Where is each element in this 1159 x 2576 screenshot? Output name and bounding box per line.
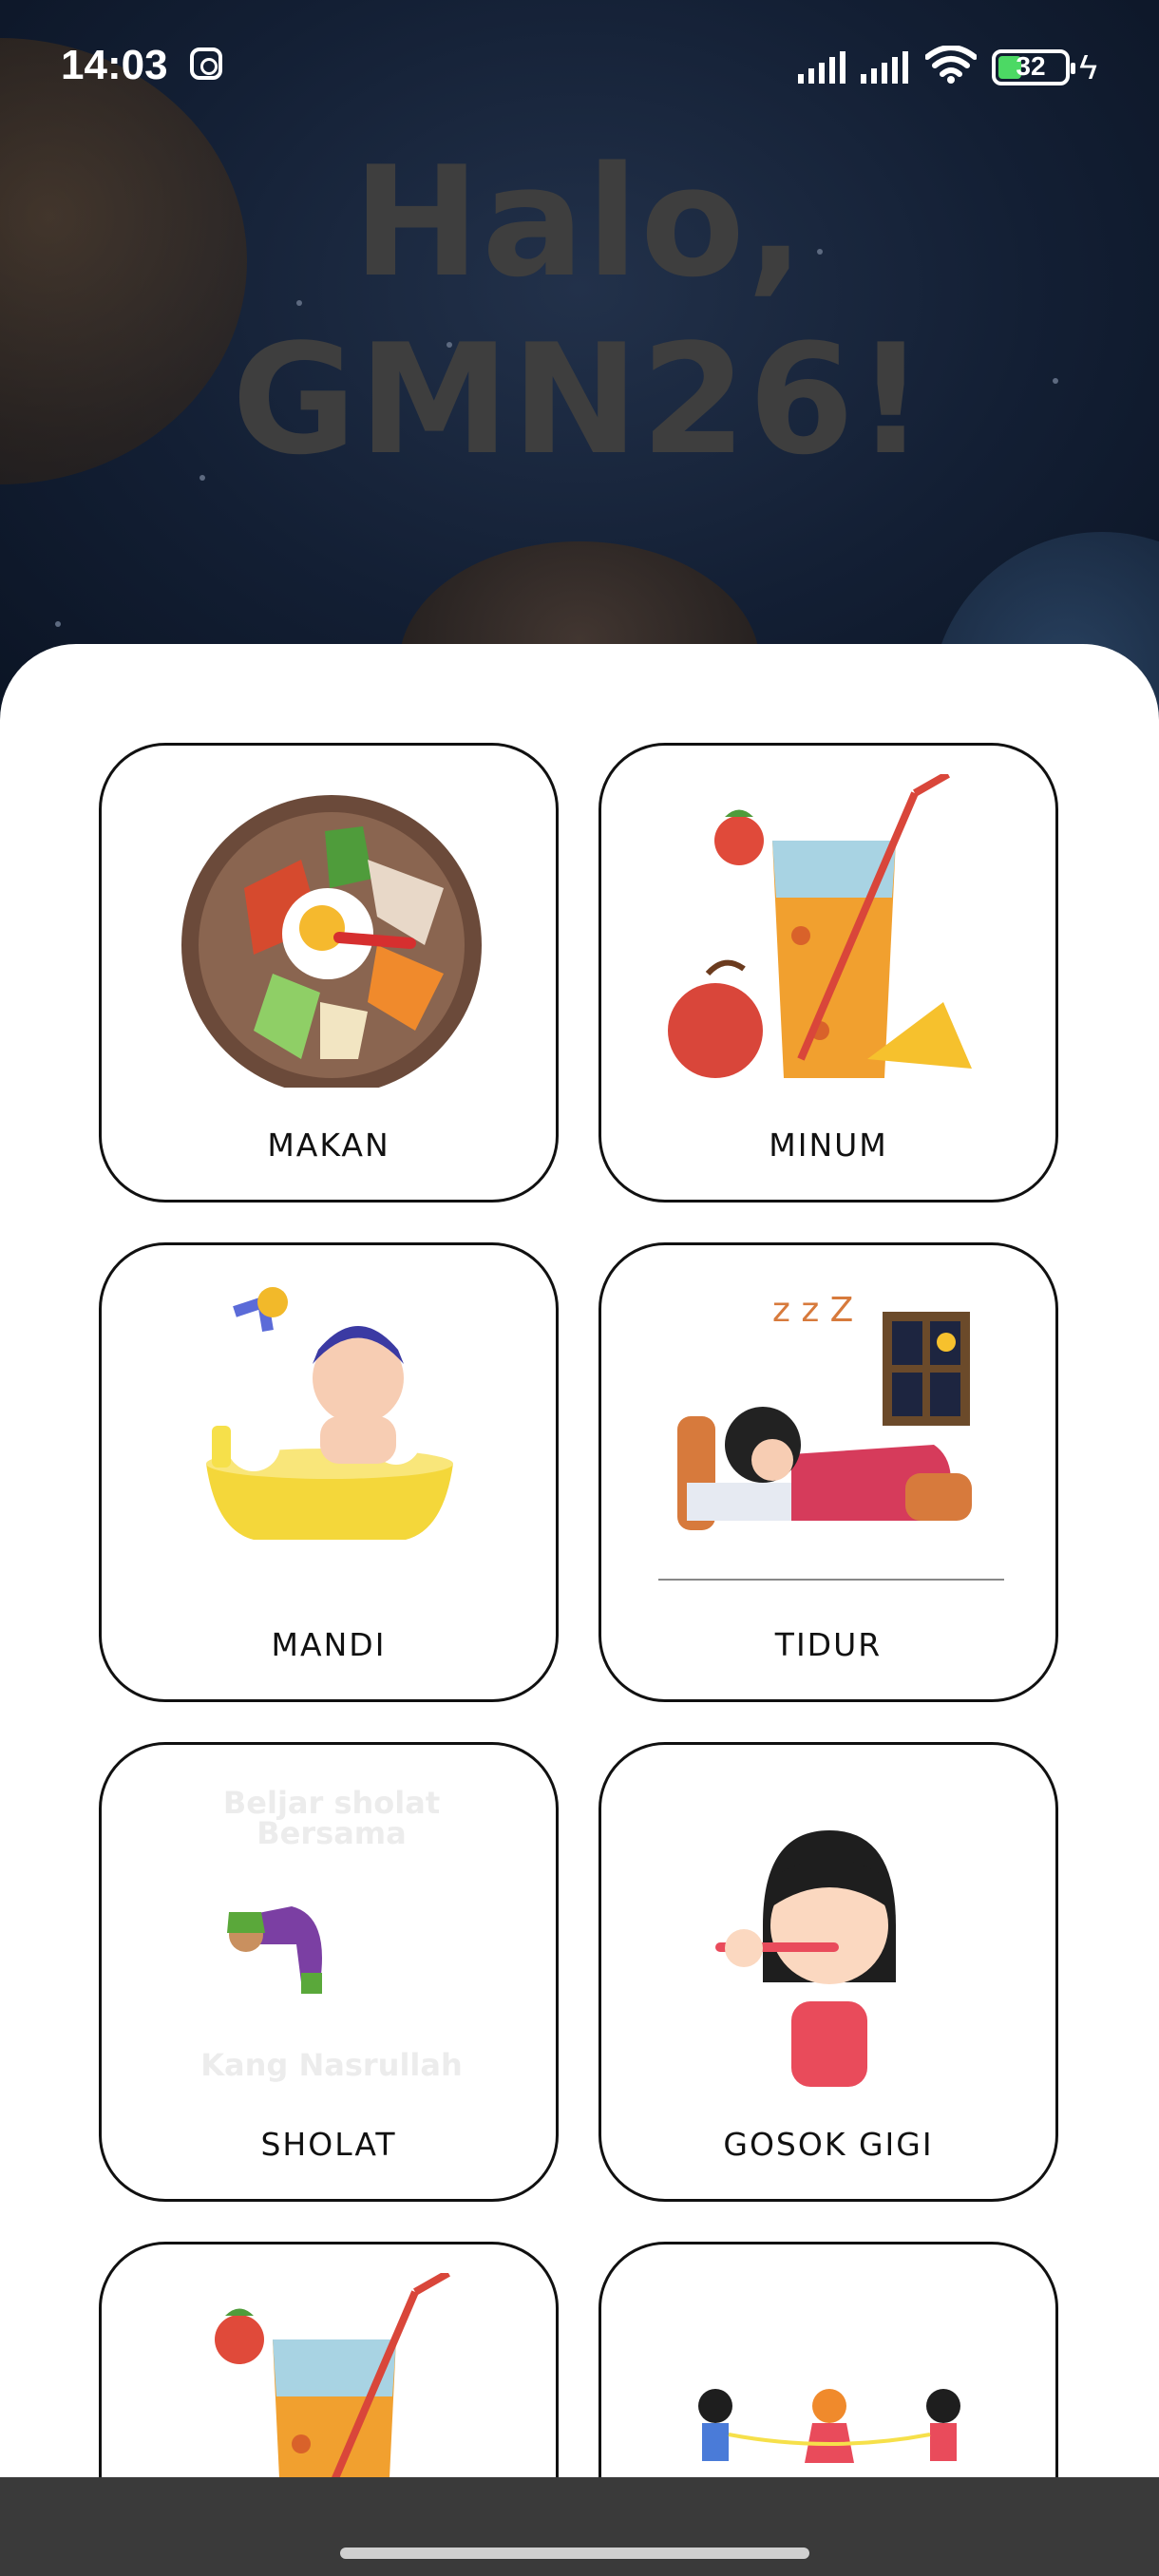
bath-icon	[206, 1287, 453, 1540]
battery-icon: 32	[992, 49, 1075, 85]
star-decoration	[55, 621, 61, 627]
activity-label: GOSOK GIGI	[723, 2126, 934, 2163]
status-bar: 14:03 32 ϟ	[0, 0, 1159, 133]
activity-card-minum[interactable]: MINUM	[598, 743, 1058, 1203]
brush-teeth-icon	[715, 1830, 896, 2087]
page-title: Halo, GMN26!	[231, 133, 928, 488]
activity-label: SHOLAT	[260, 2126, 397, 2163]
prayer-icon: Beljar sholat Bersama Kang Nasrullah	[200, 1785, 463, 2083]
activity-label: MANDI	[271, 1626, 387, 1663]
signal-icon	[798, 46, 846, 84]
battery-level: 32	[1016, 51, 1046, 81]
activity-card-tidur[interactable]: z z Z TIDUR	[598, 1242, 1058, 1702]
drink-icon	[668, 774, 972, 1078]
activity-card-mandi[interactable]: MANDI	[99, 1242, 559, 1702]
navigation-bar	[0, 2477, 1159, 2576]
wifi-icon	[925, 46, 977, 84]
status-time: 14:03	[61, 42, 168, 88]
svg-text:z z Z: z z Z	[772, 1291, 853, 1330]
activity-card-gosok-gigi[interactable]: GOSOK GIGI	[598, 1742, 1058, 2202]
activity-label: TIDUR	[774, 1626, 883, 1663]
activity-card-makan[interactable]: MAKAN	[99, 743, 559, 1203]
food-bowl-icon	[181, 795, 482, 1088]
sleep-icon: z z Z	[658, 1291, 1004, 1581]
charging-icon: ϟ	[1079, 47, 1098, 86]
signal-icon	[861, 46, 908, 84]
activity-label: MAKAN	[267, 1127, 390, 1164]
sholat-watermark: Kang Nasrullah	[200, 2047, 463, 2083]
instagram-icon	[190, 47, 222, 80]
activity-sheet: MAKAN MINUM MANDI z z Z TIDUR Beljar sho…	[0, 644, 1159, 2576]
activity-card-sholat[interactable]: Beljar sholat Bersama Kang Nasrullah SHO…	[99, 1742, 559, 2202]
sholat-watermark: Bersama	[256, 1815, 406, 1851]
home-gesture-handle[interactable]	[340, 2548, 809, 2559]
activity-label: MINUM	[769, 1127, 888, 1164]
